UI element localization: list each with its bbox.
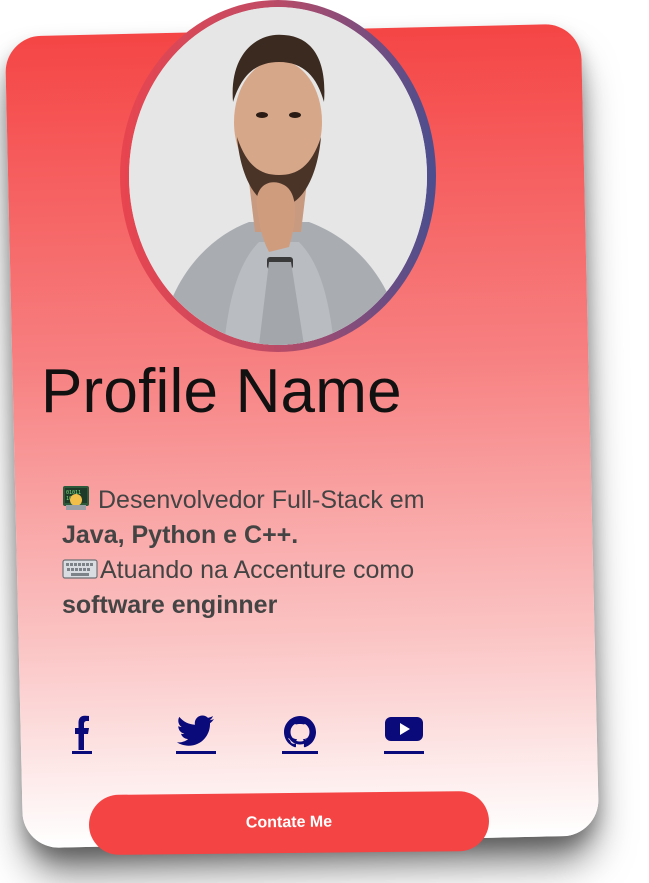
person-photo — [129, 7, 427, 345]
youtube-icon — [385, 717, 423, 741]
technologist-emoji-icon: 01011 10100 — [62, 485, 90, 511]
contact-button[interactable]: Contate Me — [88, 790, 490, 856]
page: Profile Name 01011 10100 Desenvolvedor F… — [0, 0, 649, 883]
twitter-icon — [176, 715, 214, 746]
bio-line2-text: Atuando na Accenture como — [100, 556, 415, 584]
profile-name: Profile Name — [41, 357, 402, 426]
avatar — [129, 7, 427, 345]
bio: 01011 10100 Desenvolvedor Full-Stack em … — [62, 483, 492, 623]
facebook-icon — [75, 715, 89, 750]
youtube-link[interactable] — [384, 714, 424, 758]
twitter-link[interactable] — [176, 714, 216, 758]
bio-role: software enginner — [62, 591, 278, 619]
bio-languages: Java, Python e C++. — [62, 521, 299, 549]
github-icon — [284, 716, 316, 748]
github-link[interactable] — [282, 714, 318, 758]
facebook-link[interactable] — [72, 714, 92, 758]
bio-line1-text: Desenvolvedor Full-Stack em — [98, 486, 425, 514]
keyboard-emoji-icon — [62, 555, 98, 579]
